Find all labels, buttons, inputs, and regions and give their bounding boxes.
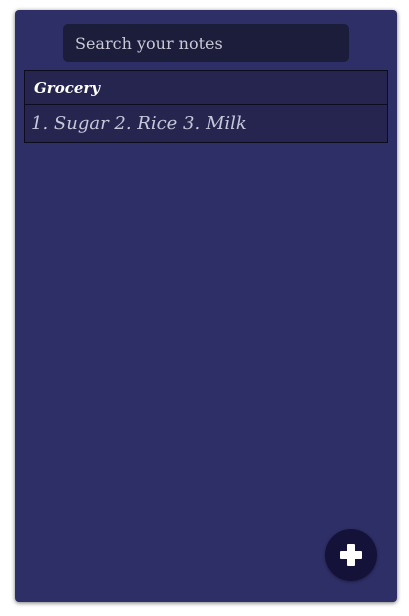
notes-app-panel: Grocery 1. Sugar 2. Rice 3. Milk — [15, 10, 397, 602]
add-note-button[interactable] — [325, 529, 377, 581]
note-card[interactable]: Grocery 1. Sugar 2. Rice 3. Milk — [24, 70, 388, 143]
search-input[interactable] — [63, 24, 349, 62]
note-title: Grocery — [25, 71, 387, 105]
plus-icon — [340, 544, 362, 566]
note-body: 1. Sugar 2. Rice 3. Milk — [31, 113, 247, 134]
